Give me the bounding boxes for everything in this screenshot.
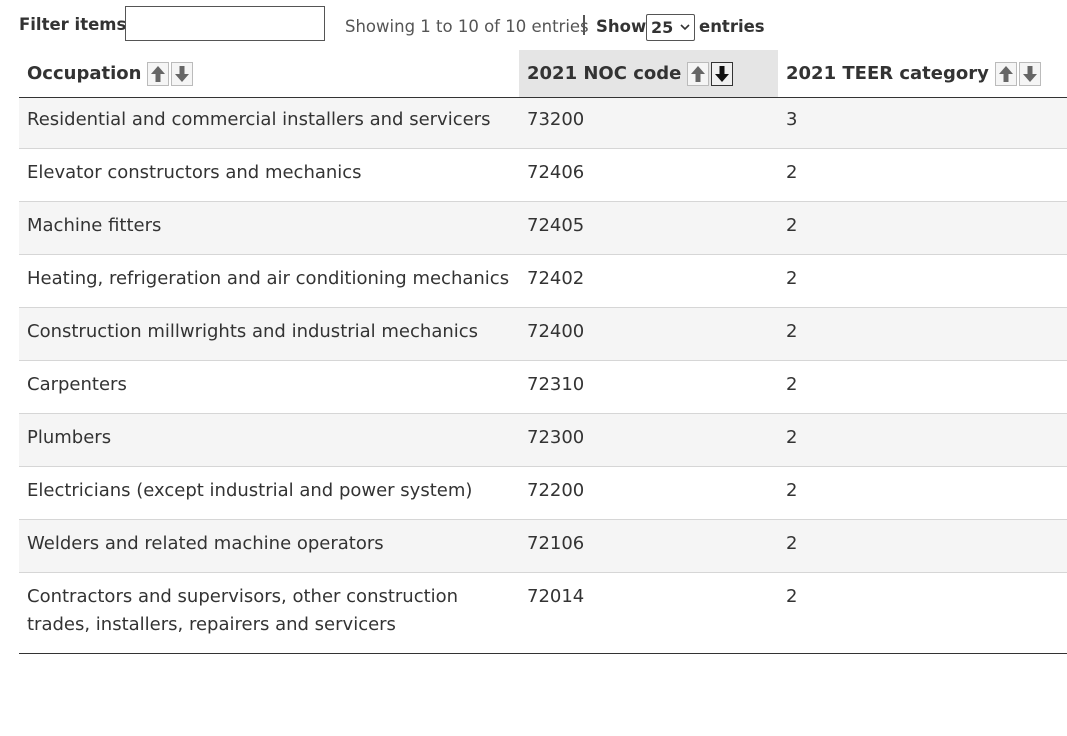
sort-buttons <box>994 61 1041 86</box>
occupations-table-wrapper: Occupation 2021 NOC code 2021 TEER categor… <box>19 50 1067 654</box>
table-row: Carpenters 72310 2 <box>19 360 1067 414</box>
entries-label: entries <box>699 17 765 36</box>
occupation-cell: Construction millwrights and industrial … <box>19 307 519 361</box>
table-controls: Filter items Showing 1 to 10 of 10 entri… <box>19 6 1067 46</box>
entries-per-page-value: 25 <box>651 18 674 37</box>
sort-descending-button[interactable] <box>1018 61 1041 86</box>
noc-code-cell: 72402 <box>519 254 778 308</box>
arrow-up-icon <box>151 65 166 82</box>
arrow-down-icon <box>715 65 730 82</box>
sort-ascending-button[interactable] <box>147 61 170 86</box>
teer-category-cell: 2 <box>778 572 1067 654</box>
teer-category-cell: 2 <box>778 519 1067 573</box>
table-row: Heating, refrigeration and air condition… <box>19 254 1067 308</box>
filter-label: Filter items <box>19 15 127 34</box>
noc-code-cell: 73200 <box>519 97 778 149</box>
teer-category-cell: 2 <box>778 148 1067 202</box>
noc-code-cell: 72106 <box>519 519 778 573</box>
occupation-cell: Welders and related machine operators <box>19 519 519 573</box>
noc-code-cell: 72014 <box>519 572 778 654</box>
column-header-content: 2021 TEER category <box>786 61 1041 86</box>
table-row: Contractors and supervisors, other const… <box>19 572 1067 654</box>
sort-buttons <box>687 61 734 86</box>
column-header-1[interactable]: 2021 NOC code <box>519 50 778 98</box>
occupation-cell: Carpenters <box>19 360 519 414</box>
table-row: Welders and related machine operators 721… <box>19 519 1067 573</box>
entries-info: Showing 1 to 10 of 10 entries <box>345 17 589 36</box>
occupation-cell: Plumbers <box>19 413 519 467</box>
noc-code-cell: 72405 <box>519 201 778 255</box>
table-body: Residential and commercial installers an… <box>19 97 1067 654</box>
table-row: Machine fitters 72405 2 <box>19 201 1067 255</box>
occupation-cell: Residential and commercial installers an… <box>19 97 519 149</box>
sort-descending-button[interactable] <box>171 61 194 86</box>
arrow-down-icon <box>1022 65 1037 82</box>
occupation-cell: Contractors and supervisors, other const… <box>19 572 519 654</box>
chevron-down-icon <box>680 24 690 31</box>
teer-category-cell: 2 <box>778 201 1067 255</box>
noc-code-cell: 72310 <box>519 360 778 414</box>
teer-category-cell: 2 <box>778 307 1067 361</box>
entries-per-page-select[interactable]: 25 <box>646 14 695 41</box>
table-row: Elevator constructors and mechanics 72406… <box>19 148 1067 202</box>
occupation-cell: Heating, refrigeration and air condition… <box>19 254 519 308</box>
teer-category-cell: 2 <box>778 413 1067 467</box>
table-row: Electricians (except industrial and powe… <box>19 466 1067 520</box>
occupation-cell: Machine fitters <box>19 201 519 255</box>
header-row: Occupation 2021 NOC code 2021 TEER categor… <box>19 50 1067 98</box>
table-row: Plumbers 72300 2 <box>19 413 1067 467</box>
occupations-table: Occupation 2021 NOC code 2021 TEER categor… <box>19 50 1067 654</box>
teer-category-cell: 3 <box>778 97 1067 149</box>
divider <box>583 15 585 35</box>
teer-category-cell: 2 <box>778 254 1067 308</box>
noc-code-cell: 72400 <box>519 307 778 361</box>
column-header-label: 2021 TEER category <box>786 63 989 84</box>
sort-buttons <box>147 61 194 86</box>
teer-category-cell: 2 <box>778 466 1067 520</box>
noc-code-cell: 72406 <box>519 148 778 202</box>
sort-descending-button[interactable] <box>711 61 734 86</box>
table-header: Occupation 2021 NOC code 2021 TEER categor… <box>19 50 1067 98</box>
column-header-content: Occupation <box>27 61 194 86</box>
column-header-label: Occupation <box>27 63 142 84</box>
column-header-content: 2021 NOC code <box>527 61 734 86</box>
arrow-up-icon <box>998 65 1013 82</box>
noc-code-cell: 72300 <box>519 413 778 467</box>
table-row: Construction millwrights and industrial … <box>19 307 1067 361</box>
filter-input[interactable] <box>125 6 325 41</box>
occupation-cell: Elevator constructors and mechanics <box>19 148 519 202</box>
arrow-up-icon <box>691 65 706 82</box>
arrow-down-icon <box>175 65 190 82</box>
show-label: Show <box>596 17 647 36</box>
teer-category-cell: 2 <box>778 360 1067 414</box>
column-header-2[interactable]: 2021 TEER category <box>778 50 1067 98</box>
column-header-label: 2021 NOC code <box>527 63 682 84</box>
sort-ascending-button[interactable] <box>994 61 1017 86</box>
noc-code-cell: 72200 <box>519 466 778 520</box>
sort-ascending-button[interactable] <box>687 61 710 86</box>
column-header-0[interactable]: Occupation <box>19 50 519 98</box>
occupation-cell: Electricians (except industrial and powe… <box>19 466 519 520</box>
table-row: Residential and commercial installers an… <box>19 97 1067 149</box>
